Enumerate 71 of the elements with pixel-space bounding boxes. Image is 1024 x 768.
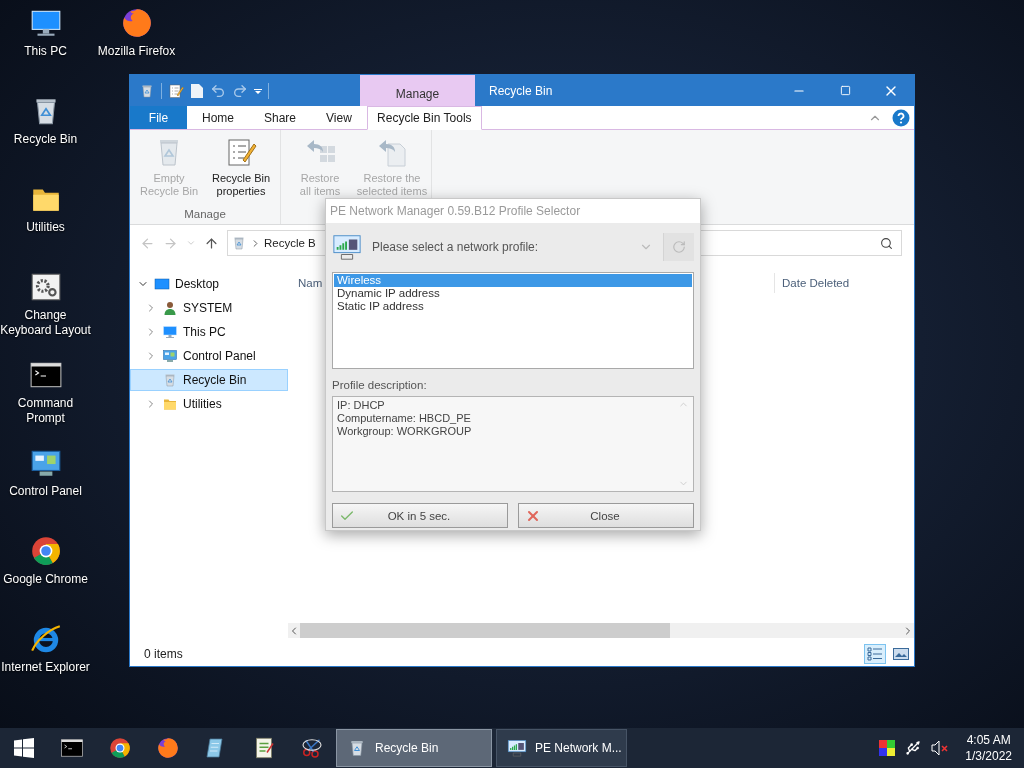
tree-item[interactable]: Control Panel — [130, 345, 288, 367]
undo-icon[interactable] — [210, 82, 226, 99]
ribbon-tab[interactable]: Share — [249, 106, 312, 129]
taskbar-button[interactable]: PE Network M... — [496, 729, 627, 767]
monitor-icon — [154, 276, 170, 292]
monitor-icon — [162, 324, 178, 340]
desktop-icon-label[interactable]: Control Panel — [9, 484, 82, 499]
up-icon[interactable] — [204, 235, 219, 251]
tree-item[interactable]: Recycle Bin — [130, 369, 288, 391]
recycle-bin-icon — [231, 235, 247, 251]
search-icon — [880, 236, 893, 250]
ok-button[interactable]: OK in 5 sec. — [332, 503, 508, 528]
tree-item[interactable]: Utilities — [130, 393, 288, 415]
caret-icon[interactable] — [254, 87, 262, 94]
terminal-icon[interactable] — [60, 736, 84, 760]
refresh-icon — [672, 240, 686, 254]
ribbon-tab[interactable]: Recycle Bin Tools — [366, 106, 482, 130]
profile-item[interactable]: Dynamic IP address — [334, 287, 692, 300]
maximize-icon[interactable] — [839, 85, 851, 96]
help-icon[interactable] — [892, 108, 910, 127]
checklist-pen-icon — [225, 136, 257, 168]
close-button[interactable]: Close — [518, 503, 694, 528]
description-line: IP: DHCP — [337, 399, 386, 412]
checklist-pen-icon[interactable] — [168, 82, 184, 99]
ribbon-tab[interactable]: File — [130, 106, 187, 129]
details-view-button[interactable] — [864, 644, 886, 664]
ribbon-button[interactable]: Recycle Bin properties — [205, 136, 277, 198]
tree-item[interactable]: SYSTEM — [130, 297, 288, 319]
profile-item[interactable]: Static IP address — [334, 300, 692, 313]
window-title: Recycle Bin — [489, 83, 554, 98]
description-label: Profile description: — [332, 379, 428, 391]
color-grid-icon[interactable] — [879, 740, 896, 756]
scrollbar[interactable] — [288, 623, 914, 638]
desktop-icon-label[interactable]: This PC — [24, 44, 67, 59]
start-icon[interactable] — [14, 738, 34, 758]
browser-icon[interactable] — [108, 736, 132, 760]
speaker-icon[interactable] — [931, 740, 950, 756]
recycle-bin-icon — [162, 372, 178, 388]
signal-monitor-icon — [507, 738, 527, 758]
user-icon — [162, 300, 178, 316]
browser-icon[interactable] — [156, 736, 180, 760]
redo-icon[interactable] — [232, 82, 248, 99]
desktop-icon-label[interactable]: Internet Explorer — [1, 660, 90, 675]
dialog-title: PE Network Manager 0.59.B12 Profile Selector — [330, 204, 581, 218]
desktop-icon-label[interactable]: Recycle Bin — [13, 132, 78, 147]
tree-item[interactable]: Desktop — [130, 273, 288, 295]
prompt-text: Please select a network profile: — [372, 240, 540, 254]
signal-monitor-icon — [332, 232, 362, 262]
desktop-icon-label[interactable]: Mozilla Firefox — [97, 44, 176, 59]
contextual-tab-header: Manage — [360, 75, 475, 106]
address-text: Recycle B — [264, 237, 316, 249]
ribbon-group-label: Manage — [184, 208, 226, 220]
tree-item[interactable]: This PC — [130, 321, 288, 343]
description-line: Computername: HBCD_PE — [337, 412, 472, 425]
item-count: 0 items — [144, 647, 183, 661]
taskbar-button[interactable]: Recycle Bin — [336, 729, 492, 767]
desktop-icon-label[interactable]: Command Prompt — [0, 396, 91, 426]
usb-icon[interactable] — [905, 740, 922, 756]
ribbon-tab[interactable]: Home — [187, 106, 249, 129]
control-panel-icon — [162, 348, 178, 364]
scissors-icon[interactable] — [300, 736, 324, 760]
desktop-icon-label[interactable]: Google Chrome — [3, 572, 88, 587]
ribbon-tab[interactable]: View — [311, 106, 367, 129]
clock-time[interactable]: 4:05 AM — [966, 732, 1011, 748]
desktop-icon-label[interactable]: Change Keyboard Layout — [0, 308, 91, 338]
chevron-icon — [250, 237, 261, 249]
description-line: Workgroup: WORKGROUP — [337, 425, 473, 438]
page-icon[interactable] — [190, 82, 204, 99]
column-header[interactable]: Date Deleted — [774, 273, 850, 293]
desktop-icon-label[interactable]: Utilities — [26, 220, 65, 235]
clock-date[interactable]: 1/3/2022 — [965, 748, 1012, 764]
